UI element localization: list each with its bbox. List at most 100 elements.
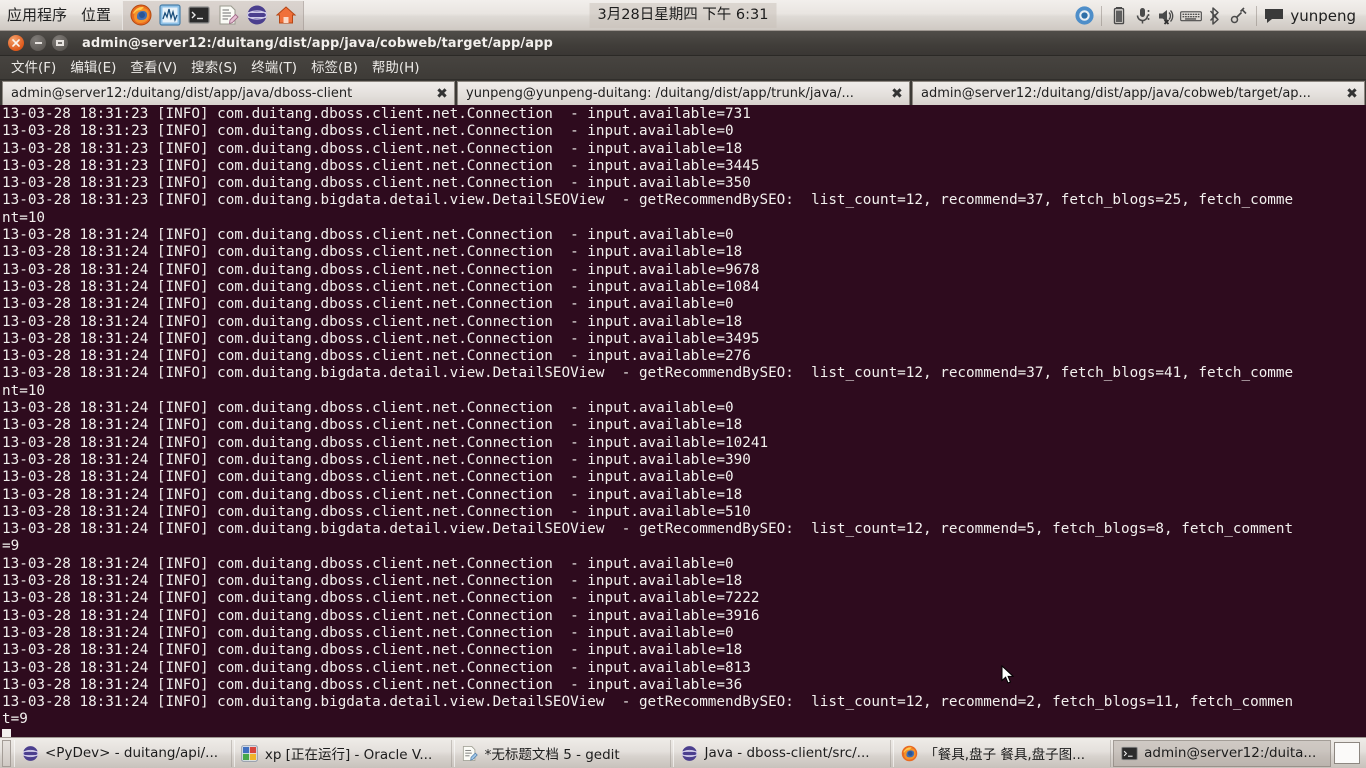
menu-view[interactable]: 查看(V) — [123, 57, 184, 79]
taskbar-item-label: xp [正在运行] - Oracle V... — [264, 747, 433, 763]
terminal-log-text: 13-03-28 18:31:23 [INFO] com.duitang.dbo… — [2, 106, 1366, 737]
clock[interactable]: 3月28日星期四 下午 6:31 — [589, 3, 777, 28]
terminal-icon[interactable] — [186, 3, 211, 28]
terminal-line: 13-03-28 18:31:24 [INFO] com.duitang.dbo… — [2, 227, 734, 244]
home-folder-icon[interactable] — [273, 3, 298, 28]
window-title: admin@server12:/duitang/dist/app/java/co… — [82, 35, 553, 51]
window-titlebar[interactable]: admin@server12:/duitang/dist/app/java/co… — [0, 31, 1366, 56]
eclipse-icon[interactable] — [244, 3, 269, 28]
tab-label: admin@server12:/duitang/dist/app/java/co… — [921, 86, 1311, 101]
terminal-cursor-line — [2, 728, 1366, 737]
bluetooth-icon[interactable] — [1204, 4, 1226, 28]
terminal-line: 13-03-28 18:31:24 [INFO] com.duitang.dbo… — [2, 503, 751, 520]
tab-close-icon[interactable]: ✖ — [1344, 86, 1360, 102]
terminal-window: admin@server12:/duitang/dist/app/java/co… — [0, 31, 1366, 737]
terminal-line: 13-03-28 18:31:23 [INFO] com.duitang.dbo… — [2, 106, 751, 122]
terminal-line: 13-03-28 18:31:24 [INFO] com.duitang.big… — [2, 694, 1294, 711]
taskbar-item-label: Java - dboss-client/src/... — [704, 745, 870, 761]
minimize-icon — [34, 42, 42, 44]
battery-icon[interactable] — [1108, 4, 1130, 28]
menu-terminal[interactable]: 终端(T) — [244, 57, 304, 79]
virtualbox-icon — [241, 744, 259, 762]
taskbar-item-firefox[interactable]: 「餐具,盘子 餐具,盘子图... — [893, 739, 1112, 767]
gedit-icon[interactable] — [215, 3, 240, 28]
bottom-taskbar: <PyDev> - duitang/api/... xp [正在运行] - Or… — [0, 737, 1366, 768]
taskbar-item-gedit[interactable]: *无标题文档 5 - gedit — [453, 739, 672, 767]
chat-icon[interactable] — [1263, 4, 1285, 28]
terminal-tab-3[interactable]: admin@server12:/duitang/dist/app/java/co… — [912, 81, 1365, 105]
tab-label: admin@server12:/duitang/dist/app/java/db… — [11, 86, 353, 101]
tab-close-icon[interactable]: ✖ — [889, 86, 905, 102]
terminal-tab-1[interactable]: admin@server12:/duitang/dist/app/java/db… — [2, 81, 455, 105]
terminal-line: 13-03-28 18:31:24 [INFO] com.duitang.dbo… — [2, 330, 760, 347]
terminal-line: 13-03-28 18:31:24 [INFO] com.duitang.dbo… — [2, 590, 760, 607]
system-tray: yunpeng — [1072, 0, 1366, 31]
taskbar-item-label: <PyDev> - duitang/api/... — [45, 745, 219, 761]
close-icon — [12, 39, 20, 47]
volume-muted-icon[interactable] — [1156, 4, 1178, 28]
taskbar-item-java-dboss[interactable]: Java - dboss-client/src/... — [673, 739, 892, 767]
terminal-line: 13-03-28 18:31:24 [INFO] com.duitang.dbo… — [2, 261, 760, 278]
menu-applications[interactable]: 应用程序 — [0, 1, 74, 30]
terminal-line: 13-03-28 18:31:24 [INFO] com.duitang.dbo… — [2, 486, 743, 503]
taskbar-item-terminal[interactable]: admin@server12:/duita... — [1113, 739, 1331, 767]
system-monitor-icon[interactable] — [157, 3, 182, 28]
show-desktop-button[interactable] — [2, 739, 11, 767]
close-button[interactable] — [8, 35, 24, 51]
firefox-icon — [900, 744, 918, 762]
menu-help[interactable]: 帮助(H) — [365, 57, 427, 79]
taskbar-item-label: admin@server12:/duita... — [1144, 745, 1317, 761]
minimize-button[interactable] — [30, 35, 46, 51]
terminal-line: 13-03-28 18:31:24 [INFO] com.duitang.dbo… — [2, 659, 751, 676]
terminal-line: 13-03-28 18:31:24 [INFO] com.duitang.dbo… — [2, 624, 734, 641]
terminal-line: 13-03-28 18:31:24 [INFO] com.duitang.dbo… — [2, 642, 743, 659]
task-list: <PyDev> - duitang/api/... xp [正在运行] - Or… — [13, 739, 1332, 768]
tray-separator — [1101, 5, 1103, 26]
taskbar-item-label: *无标题文档 5 - gedit — [484, 747, 620, 763]
network-disconnected-icon[interactable] — [1228, 4, 1250, 28]
terminal-line: 13-03-28 18:31:23 [INFO] com.duitang.dbo… — [2, 157, 760, 174]
terminal-line: =9 — [2, 538, 20, 555]
keyboard-icon[interactable] — [1180, 4, 1203, 28]
terminal-line: 13-03-28 18:31:24 [INFO] com.duitang.dbo… — [2, 296, 734, 313]
terminal-line: 13-03-28 18:31:23 [INFO] com.duitang.dbo… — [2, 175, 751, 192]
terminal-output-area[interactable]: 13-03-28 18:31:23 [INFO] com.duitang.dbo… — [0, 105, 1366, 737]
menu-bar: 文件(F) 编辑(E) 查看(V) 搜索(S) 终端(T) 标签(B) 帮助(H… — [0, 56, 1366, 80]
terminal-tab-2[interactable]: yunpeng@yunpeng-duitang: /duitang/dist/a… — [457, 81, 910, 105]
launcher-group — [122, 0, 305, 30]
top-panel: 应用程序 位置 3月28日星期四 下午 6:31 yunpeng — [0, 0, 1366, 31]
terminal-line: 13-03-28 18:31:24 [INFO] com.duitang.dbo… — [2, 348, 751, 365]
terminal-line: 13-03-28 18:31:24 [INFO] com.duitang.dbo… — [2, 313, 743, 330]
taskbar-item-label: 「餐具,盘子 餐具,盘子图... — [924, 747, 1086, 763]
taskbar-item-virtualbox[interactable]: xp [正在运行] - Oracle V... — [233, 739, 452, 767]
terminal-line: 13-03-28 18:31:24 [INFO] com.duitang.big… — [2, 521, 1294, 538]
terminal-line: 13-03-28 18:31:24 [INFO] com.duitang.dbo… — [2, 451, 751, 468]
menu-tabs[interactable]: 标签(B) — [304, 57, 365, 79]
terminal-line: 13-03-28 18:31:24 [INFO] com.duitang.dbo… — [2, 469, 734, 486]
terminal-line: 13-03-28 18:31:23 [INFO] com.duitang.big… — [2, 192, 1294, 209]
tab-close-icon[interactable]: ✖ — [434, 86, 450, 102]
terminal-line: t=9 — [2, 711, 28, 728]
trash-applet[interactable] — [1334, 742, 1360, 764]
terminal-line: nt=10 — [2, 382, 46, 399]
menu-edit[interactable]: 编辑(E) — [63, 57, 123, 79]
maximize-button[interactable] — [52, 35, 68, 51]
terminal-line: 13-03-28 18:31:24 [INFO] com.duitang.dbo… — [2, 244, 743, 261]
eclipse-icon — [21, 744, 39, 762]
terminal-line: 13-03-28 18:31:24 [INFO] com.duitang.dbo… — [2, 278, 760, 295]
terminal-line: 13-03-28 18:31:24 [INFO] com.duitang.dbo… — [2, 434, 769, 451]
tab-bar: admin@server12:/duitang/dist/app/java/db… — [0, 80, 1366, 105]
taskbar-item-pydev[interactable]: <PyDev> - duitang/api/... — [14, 739, 232, 767]
terminal-line: 13-03-28 18:31:24 [INFO] com.duitang.dbo… — [2, 400, 734, 417]
user-menu[interactable]: yunpeng — [1286, 7, 1366, 25]
firefox-icon[interactable] — [128, 3, 153, 28]
menu-search[interactable]: 搜索(S) — [184, 57, 244, 79]
menu-file[interactable]: 文件(F) — [4, 57, 63, 79]
menu-places[interactable]: 位置 — [74, 1, 118, 30]
chrome-icon[interactable] — [1073, 4, 1095, 28]
tray-separator-2 — [1256, 5, 1258, 26]
terminal-line: 13-03-28 18:31:24 [INFO] com.duitang.dbo… — [2, 417, 743, 434]
microphone-icon[interactable] — [1132, 4, 1154, 28]
terminal-line: 13-03-28 18:31:24 [INFO] com.duitang.dbo… — [2, 676, 743, 693]
gedit-icon — [461, 744, 479, 762]
